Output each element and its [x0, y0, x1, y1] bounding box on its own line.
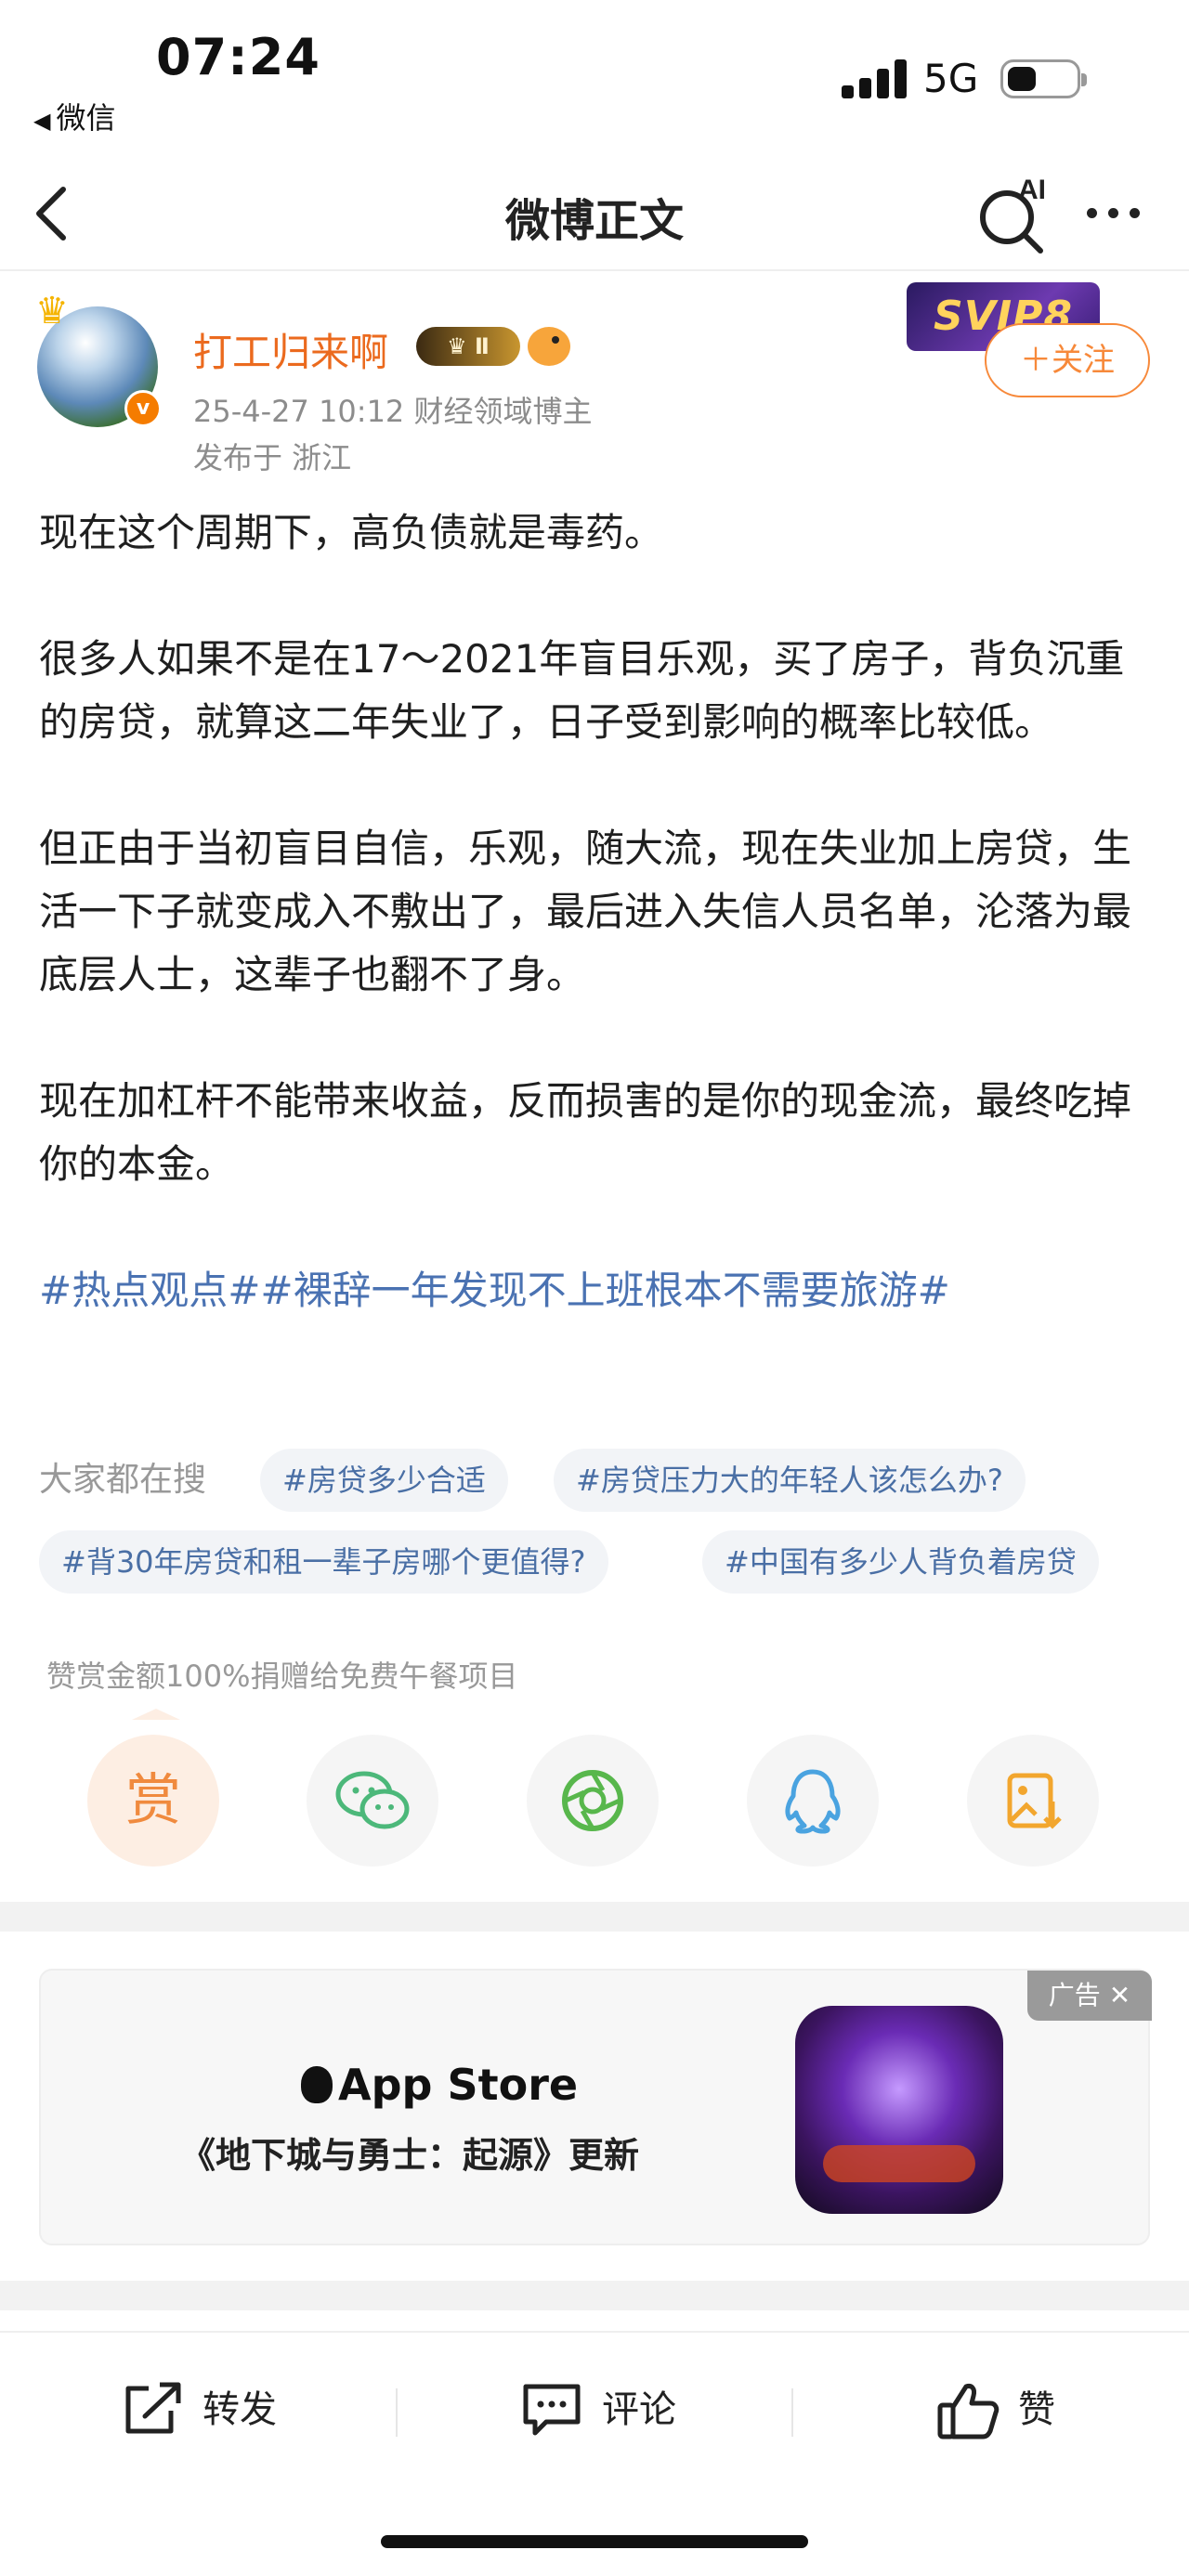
reward-note: 赞赏金额100%捐赠给免费午餐项目: [46, 1659, 518, 1694]
home-indicator[interactable]: [381, 2535, 808, 2548]
battery-icon: [1000, 59, 1087, 98]
author-header: ♛ v 打工归来啊 ♛ Ⅱ 25-4-27 10:12 财经领域博主 发布于 浙…: [0, 279, 1189, 483]
ai-label: AI: [1018, 175, 1046, 205]
verified-badge: v: [124, 390, 162, 427]
ad-card[interactable]: App Store 《地下城与勇士：起源》更新 广告 ✕: [39, 1969, 1152, 2245]
search-chip[interactable]: #背30年房贷和租一辈子房哪个更值得?: [39, 1530, 608, 1594]
avatar[interactable]: ♛ v: [35, 290, 162, 427]
author-name[interactable]: 打工归来啊: [193, 321, 388, 378]
like-label: 赞: [1018, 2388, 1055, 2431]
search-chip[interactable]: #房贷压力大的年轻人该怎么办?: [554, 1449, 1026, 1512]
search-chip[interactable]: #房贷多少合适: [260, 1449, 508, 1512]
back-triangle-icon: ◀: [33, 108, 51, 134]
ai-search-icon: AI: [980, 175, 1046, 254]
ai-search-button[interactable]: AI: [977, 171, 1052, 254]
fish-badge-icon: [528, 327, 570, 366]
crown-icon: ♛: [35, 290, 69, 332]
post-location: 发布于 浙江: [193, 440, 352, 475]
post-paragraph: 现在这个周期下，高负债就是毒药。: [39, 510, 664, 555]
status-bar: 07:24 ◀ 微信 5G: [0, 0, 1189, 149]
reward-icon: 赏: [125, 1768, 181, 1833]
post-hashtags[interactable]: #热点观点##裸辞一年发现不上班根本不需要旅游#: [39, 1259, 1154, 1322]
reward-button[interactable]: 赏: [87, 1735, 219, 1867]
post-timestamp: 25-4-27 10:12 财经领域博主: [193, 394, 593, 429]
section-divider: [0, 2281, 1189, 2310]
nav-bar: 微博正文 AI: [0, 156, 1189, 271]
save-image-icon: [1007, 1773, 1062, 1829]
app-store-label: App Store: [301, 2060, 578, 2110]
reward-pointer-icon: [132, 1709, 180, 1720]
ad-title: 《地下城与勇士：起源》更新: [180, 2135, 640, 2176]
section-divider: [0, 1902, 1189, 1932]
post-paragraph: 现在加杠杆不能带来收益，反而损害的是你的现金流，最终吃掉你的本金。: [39, 1078, 1132, 1187]
search-chip[interactable]: #中国有多少人背负着房贷: [702, 1530, 1099, 1594]
post-paragraph: 很多人如果不是在17～2021年盲目乐观，买了房子，背负沉重的房贷，就算这二年失…: [39, 636, 1125, 745]
qq-icon: [785, 1769, 841, 1834]
save-image-button[interactable]: [967, 1735, 1099, 1867]
member-level-badge: ♛ Ⅱ: [416, 327, 520, 366]
more-dots-icon: [1087, 208, 1097, 218]
action-divider: [791, 2388, 793, 2437]
ad-tag[interactable]: 广告 ✕: [1027, 1971, 1152, 2021]
ad-game-image: [795, 2006, 1003, 2214]
back-to-app[interactable]: ◀ 微信: [33, 95, 115, 137]
wechat-icon: [335, 1771, 410, 1829]
comment-button[interactable]: 评论: [520, 2377, 706, 2442]
share-wechat-button[interactable]: [307, 1735, 438, 1867]
more-button[interactable]: [1087, 204, 1152, 223]
comment-label: 评论: [602, 2388, 676, 2431]
share-qq-button[interactable]: [747, 1735, 879, 1867]
thumbs-up-icon: [937, 2384, 1000, 2439]
close-icon[interactable]: ✕: [1109, 1980, 1130, 2010]
bottom-action-bar: 转发 评论 赞: [0, 2331, 1189, 2481]
signal-icon: [842, 58, 907, 98]
action-divider: [396, 2388, 398, 2437]
share-moments-button[interactable]: [527, 1735, 659, 1867]
searches-label: 大家都在搜: [39, 1461, 207, 1499]
post-paragraph: 但正由于当初盲目自信，乐观，随大流，现在失业加上房贷，生活一下子就变成入不敷出了…: [39, 826, 1132, 997]
network-type: 5G: [923, 56, 979, 101]
status-time: 07:24: [156, 28, 320, 86]
repost-icon: [125, 2382, 181, 2434]
repost-label: 转发: [203, 2388, 277, 2431]
follow-button[interactable]: ＋关注: [985, 323, 1150, 397]
back-app-label: 微信: [56, 100, 116, 136]
comment-icon: [523, 2384, 581, 2436]
repost-button[interactable]: 转发: [121, 2377, 307, 2442]
like-button[interactable]: 赞: [936, 2377, 1085, 2442]
apple-icon: [301, 2066, 333, 2103]
post-content: 现在这个周期下，高负债就是毒药。 很多人如果不是在17～2021年盲目乐观，买了…: [39, 501, 1154, 1386]
moments-icon: [562, 1770, 623, 1831]
